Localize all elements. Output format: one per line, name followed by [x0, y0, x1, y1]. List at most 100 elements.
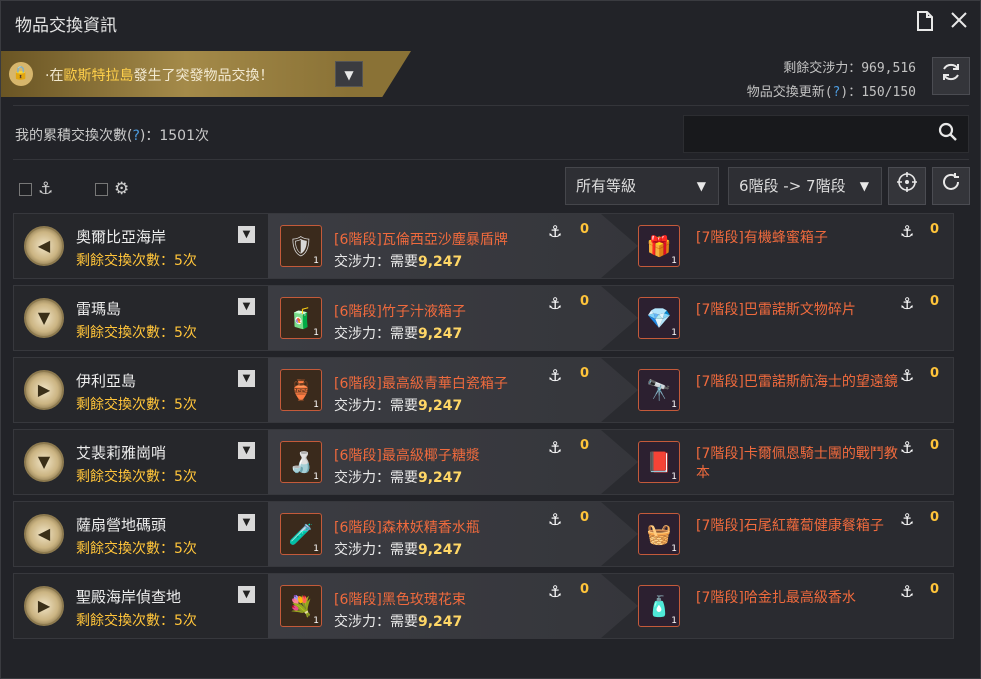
give-item-name: [6階段]黑色玫瑰花束 [334, 592, 466, 608]
locate-button[interactable] [888, 167, 926, 205]
divider [13, 159, 969, 160]
item-count: 1 [671, 544, 677, 554]
grade-select-value: 所有等級 [576, 177, 637, 195]
location-cell: ◀ 薩扇營地碼頭 剩餘交換次數：5次 ▼ [14, 502, 268, 566]
item-count: 1 [671, 472, 677, 482]
get-item-icon[interactable]: 🎁 1 [638, 225, 680, 267]
expand-button[interactable]: ▼ [238, 226, 255, 243]
item-count: 1 [313, 544, 319, 554]
item-count: 1 [313, 616, 319, 626]
give-item-cost: 交涉力：需要9,247 [334, 470, 463, 486]
direction-arrow-button[interactable]: ▶ [24, 370, 64, 410]
anchor-icon: ⚓ [900, 366, 915, 385]
direction-arrow-button[interactable]: ▼ [24, 442, 64, 482]
direction-arrow-button[interactable]: ◀ [24, 226, 64, 266]
item-count: 1 [671, 400, 677, 410]
exchange-row: ◀ 薩扇營地碼頭 剩餘交換次數：5次 ▼ 🧪 1 [6階段]森林妖精香水瓶 交涉力… [13, 501, 954, 567]
anchor-icon: ⚓ [900, 510, 915, 529]
location-name: 艾裴莉雅崗哨 [76, 444, 167, 462]
filter-item-toggle[interactable]: ⚙ [95, 179, 129, 199]
filter-ship-toggle[interactable]: ⚓ [19, 179, 53, 199]
lock-icon: 🔒 [9, 62, 33, 86]
ship-wheel-icon: ⚓ [38, 179, 54, 199]
exchange-row: ▼ 雷瑪島 剩餘交換次數：5次 ▼ 🧃 1 [6階段]竹子汁液箱子 交涉力：需要9… [13, 285, 954, 351]
get-item-icon[interactable]: 💎 1 [638, 297, 680, 339]
location-name: 伊利亞島 [76, 372, 137, 390]
give-item-name: [6階段]最高級椰子糖漿 [334, 448, 480, 464]
give-item-name: [6階段]瓦倫西亞沙塵暴盾牌 [334, 232, 508, 248]
expand-button[interactable]: ▼ [238, 370, 255, 387]
get-item-name: [7階段]巴雷諾斯航海士的望遠鏡 [696, 374, 898, 390]
location-cell: ▶ 伊利亞島 剩餘交換次數：5次 ▼ [14, 358, 268, 422]
remaining-count: 剩餘交換次數：5次 [76, 613, 197, 629]
get-item-icon[interactable]: 📕 1 [638, 441, 680, 483]
give-item-icon[interactable]: 🧪 1 [280, 513, 322, 555]
item-exchange-window: 物品交換資訊 🔒 ·在歐斯特拉島發生了突發物品交換！ ▼ 剩餘交涉力：969,5… [0, 0, 981, 679]
give-item-icon[interactable]: 💐 1 [280, 585, 322, 627]
give-item-icon[interactable]: 🛡 1 [280, 225, 322, 267]
expand-button[interactable]: ▼ [238, 442, 255, 459]
anchor-icon: ⚓ [548, 366, 563, 385]
give-item-cell[interactable]: 💐 1 [6階段]黑色玫瑰花束 交涉力：需要9,247 ⚓ 0 [268, 574, 638, 638]
divider [13, 105, 969, 106]
give-anchor-count: 0 [580, 438, 590, 453]
tier-select[interactable]: 6階段 -> 7階段 ▼ [728, 167, 882, 205]
item-count: 1 [313, 400, 319, 410]
chevron-down-icon: ▼ [859, 179, 869, 193]
give-anchor-count: 0 [580, 510, 590, 525]
item-count: 1 [671, 616, 677, 626]
give-item-cell[interactable]: 🛡 1 [6階段]瓦倫西亞沙塵暴盾牌 交涉力：需要9,247 ⚓ 0 [268, 214, 638, 278]
give-item-cell[interactable]: 🧃 1 [6階段]竹子汁液箱子 交涉力：需要9,247 ⚓ 0 [268, 286, 638, 350]
give-item-cell[interactable]: 🍶 1 [6階段]最高級椰子糖漿 交涉力：需要9,247 ⚓ 0 [268, 430, 638, 494]
get-item-name: [7階段]巴雷諾斯文物碎片 [696, 302, 856, 318]
location-cell: ▼ 雷瑪島 剩餘交換次數：5次 ▼ [14, 286, 268, 350]
give-item-name: [6階段]最高級青華白瓷箱子 [334, 376, 508, 392]
get-item-icon[interactable]: 🧺 1 [638, 513, 680, 555]
give-item-cost: 交涉力：需要9,247 [334, 542, 463, 558]
grade-select[interactable]: 所有等級 ▼ [565, 167, 719, 205]
item-count: 1 [671, 328, 677, 338]
search-icon[interactable] [938, 122, 958, 147]
expand-button[interactable]: ▼ [238, 586, 255, 603]
event-banner-text: ·在歐斯特拉島發生了突發物品交換！ [45, 68, 274, 84]
exchange-refresh-count: 物品交換更新(?)：150/150 [746, 85, 916, 100]
ship-filter-checkbox[interactable] [19, 182, 32, 196]
give-item-cell[interactable]: 🧪 1 [6階段]森林妖精香水瓶 交涉力：需要9,247 ⚓ 0 [268, 502, 638, 566]
remaining-count: 剩餘交換次數：5次 [76, 325, 197, 341]
direction-arrow-button[interactable]: ◀ [24, 514, 64, 554]
exchange-row: ▶ 伊利亞島 剩餘交換次數：5次 ▼ 🏺 1 [6階段]最高級青華白瓷箱子 交涉力… [13, 357, 954, 423]
expand-button[interactable]: ▼ [238, 514, 255, 531]
anchor-icon: ⚓ [900, 222, 915, 241]
get-item-icon[interactable]: 🧴 1 [638, 585, 680, 627]
crosshair-icon [897, 172, 917, 192]
refresh-exchange-button[interactable] [932, 57, 970, 95]
get-anchor-count: 0 [930, 438, 940, 453]
give-item-icon[interactable]: 🏺 1 [280, 369, 322, 411]
location-name: 薩扇營地碼頭 [76, 516, 167, 534]
location-cell: ◀ 奧爾比亞海岸 剩餘交換次數：5次 ▼ [14, 214, 268, 278]
direction-arrow-button[interactable]: ▶ [24, 586, 64, 626]
give-item-name: [6階段]森林妖精香水瓶 [334, 520, 480, 536]
give-item-icon[interactable]: 🍶 1 [280, 441, 322, 483]
get-anchor-count: 0 [930, 582, 940, 597]
give-anchor-count: 0 [580, 366, 590, 381]
close-icon[interactable] [948, 11, 970, 33]
reload-list-button[interactable] [932, 167, 970, 205]
give-item-icon[interactable]: 🧃 1 [280, 297, 322, 339]
get-item-name: [7階段]哈金扎最高級香水 [696, 590, 856, 606]
banner-dropdown-button[interactable]: ▼ [335, 61, 363, 87]
search-input[interactable] [684, 116, 924, 152]
give-item-cell[interactable]: 🏺 1 [6階段]最高級青華白瓷箱子 交涉力：需要9,247 ⚓ 0 [268, 358, 638, 422]
search-box [683, 115, 969, 153]
direction-arrow-button[interactable]: ▼ [24, 298, 64, 338]
item-filter-checkbox[interactable] [95, 182, 108, 196]
document-icon[interactable] [914, 11, 936, 33]
expand-button[interactable]: ▼ [238, 298, 255, 315]
window-title: 物品交換資訊 [15, 16, 117, 36]
reload-icon [943, 173, 959, 190]
remaining-energy: 剩餘交涉力：969,516 [783, 61, 916, 76]
cumulative-help-link[interactable]: ? [132, 128, 139, 144]
anchor-icon: ⚓ [548, 222, 563, 241]
event-location: 歐斯特拉島 [63, 68, 134, 84]
get-item-icon[interactable]: 🔭 1 [638, 369, 680, 411]
